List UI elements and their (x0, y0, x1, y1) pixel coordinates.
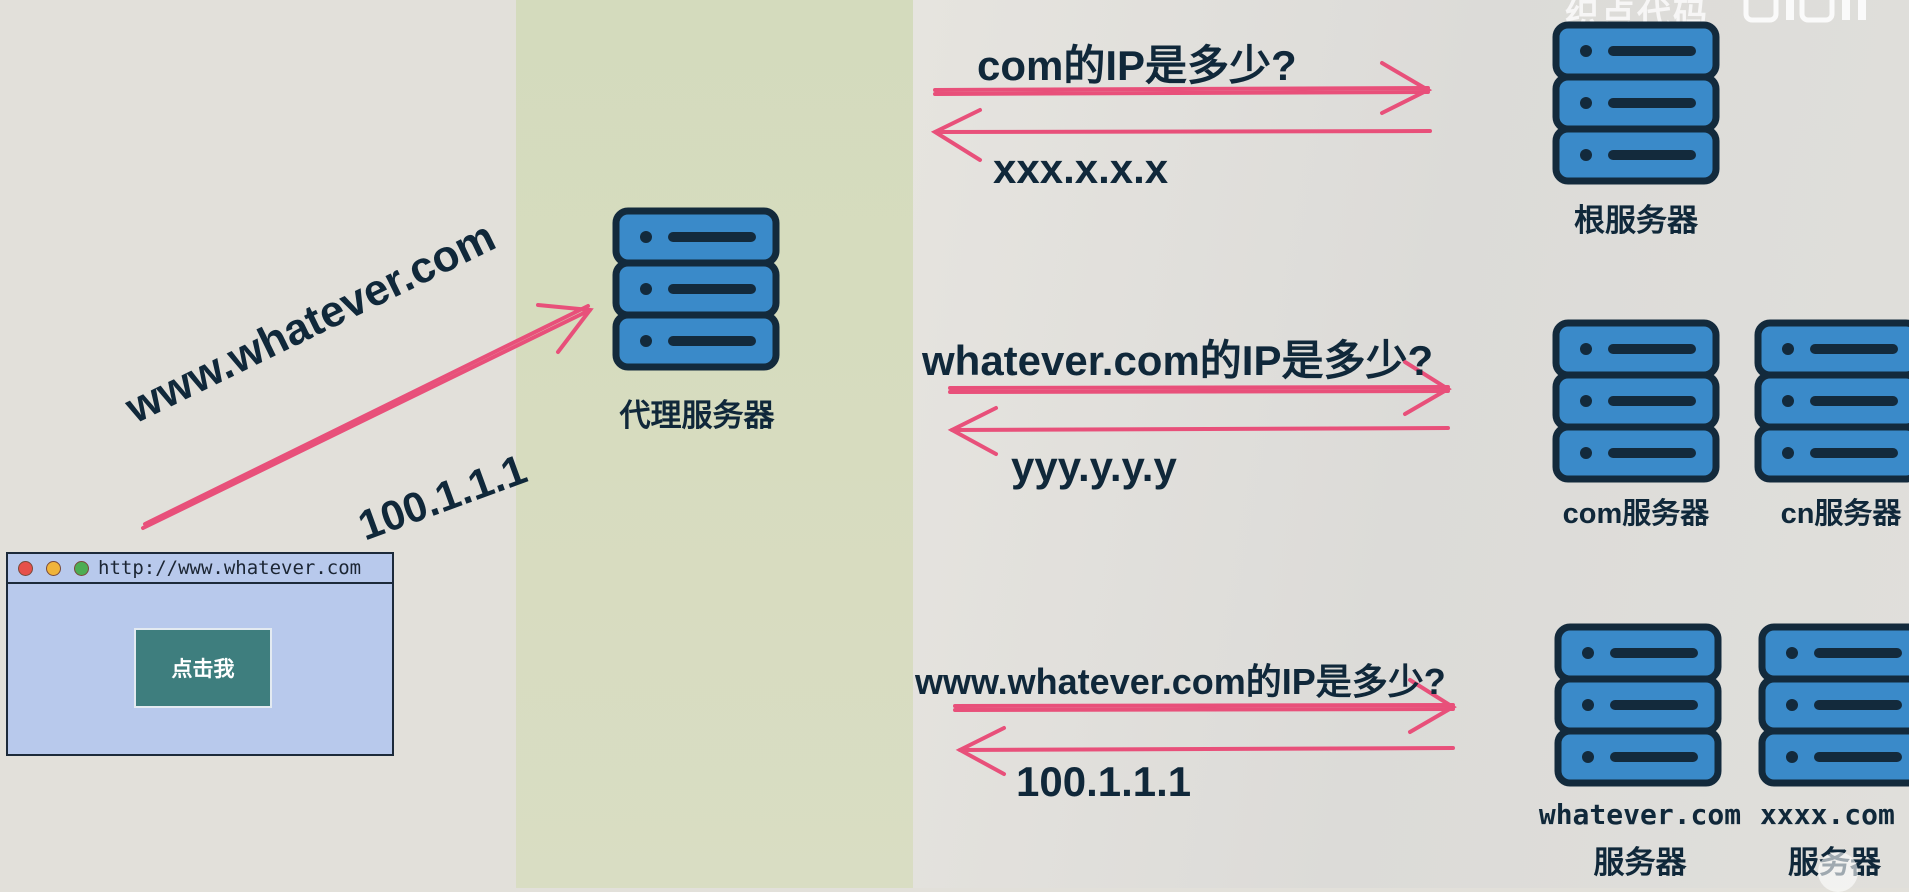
client-request-arrow (141, 303, 594, 530)
browser-title-bar: http://www.whatever.com (8, 554, 392, 584)
whatever-server-icon (1558, 627, 1718, 783)
query-answer-1: xxx.x.x.x (993, 145, 1169, 192)
close-dot-icon[interactable] (18, 560, 33, 576)
play-icon[interactable] (1818, 852, 1858, 892)
com-server-label: com服务器 (1562, 498, 1710, 530)
com-server-icon (1556, 323, 1716, 479)
query-question-3: www.whatever.com的IP是多少? (915, 661, 1446, 702)
query-question-1: com的IP是多少? (977, 42, 1297, 89)
cn-server-icon (1758, 323, 1909, 479)
minimize-dot-icon[interactable] (46, 560, 61, 576)
browser-window: http://www.whatever.com 点击我 (6, 552, 394, 756)
xxxx-server-icon (1762, 627, 1909, 783)
xxxx-server-label-line1: xxxx.com (1760, 798, 1895, 831)
query-answer-2: yyy.y.y.y (1011, 443, 1177, 490)
root-server-label: 根服务器 (1574, 203, 1698, 238)
root-server-icon (1556, 25, 1716, 181)
click-me-button[interactable]: 点击我 (134, 628, 272, 708)
proxy-server-icon (616, 211, 776, 367)
query-answer-3: 100.1.1.1 (1016, 758, 1192, 805)
whatever-server-label-line1: whatever.com (1538, 798, 1742, 831)
proxy-label: 代理服务器 (619, 398, 775, 433)
query-question-2: whatever.com的IP是多少? (922, 337, 1434, 384)
browser-url[interactable]: http://www.whatever.com (98, 557, 361, 579)
whatever-server-label-line2: 服务器 (1593, 845, 1687, 880)
maximize-dot-icon[interactable] (74, 560, 89, 576)
cn-server-label: cn服务器 (1780, 498, 1902, 530)
